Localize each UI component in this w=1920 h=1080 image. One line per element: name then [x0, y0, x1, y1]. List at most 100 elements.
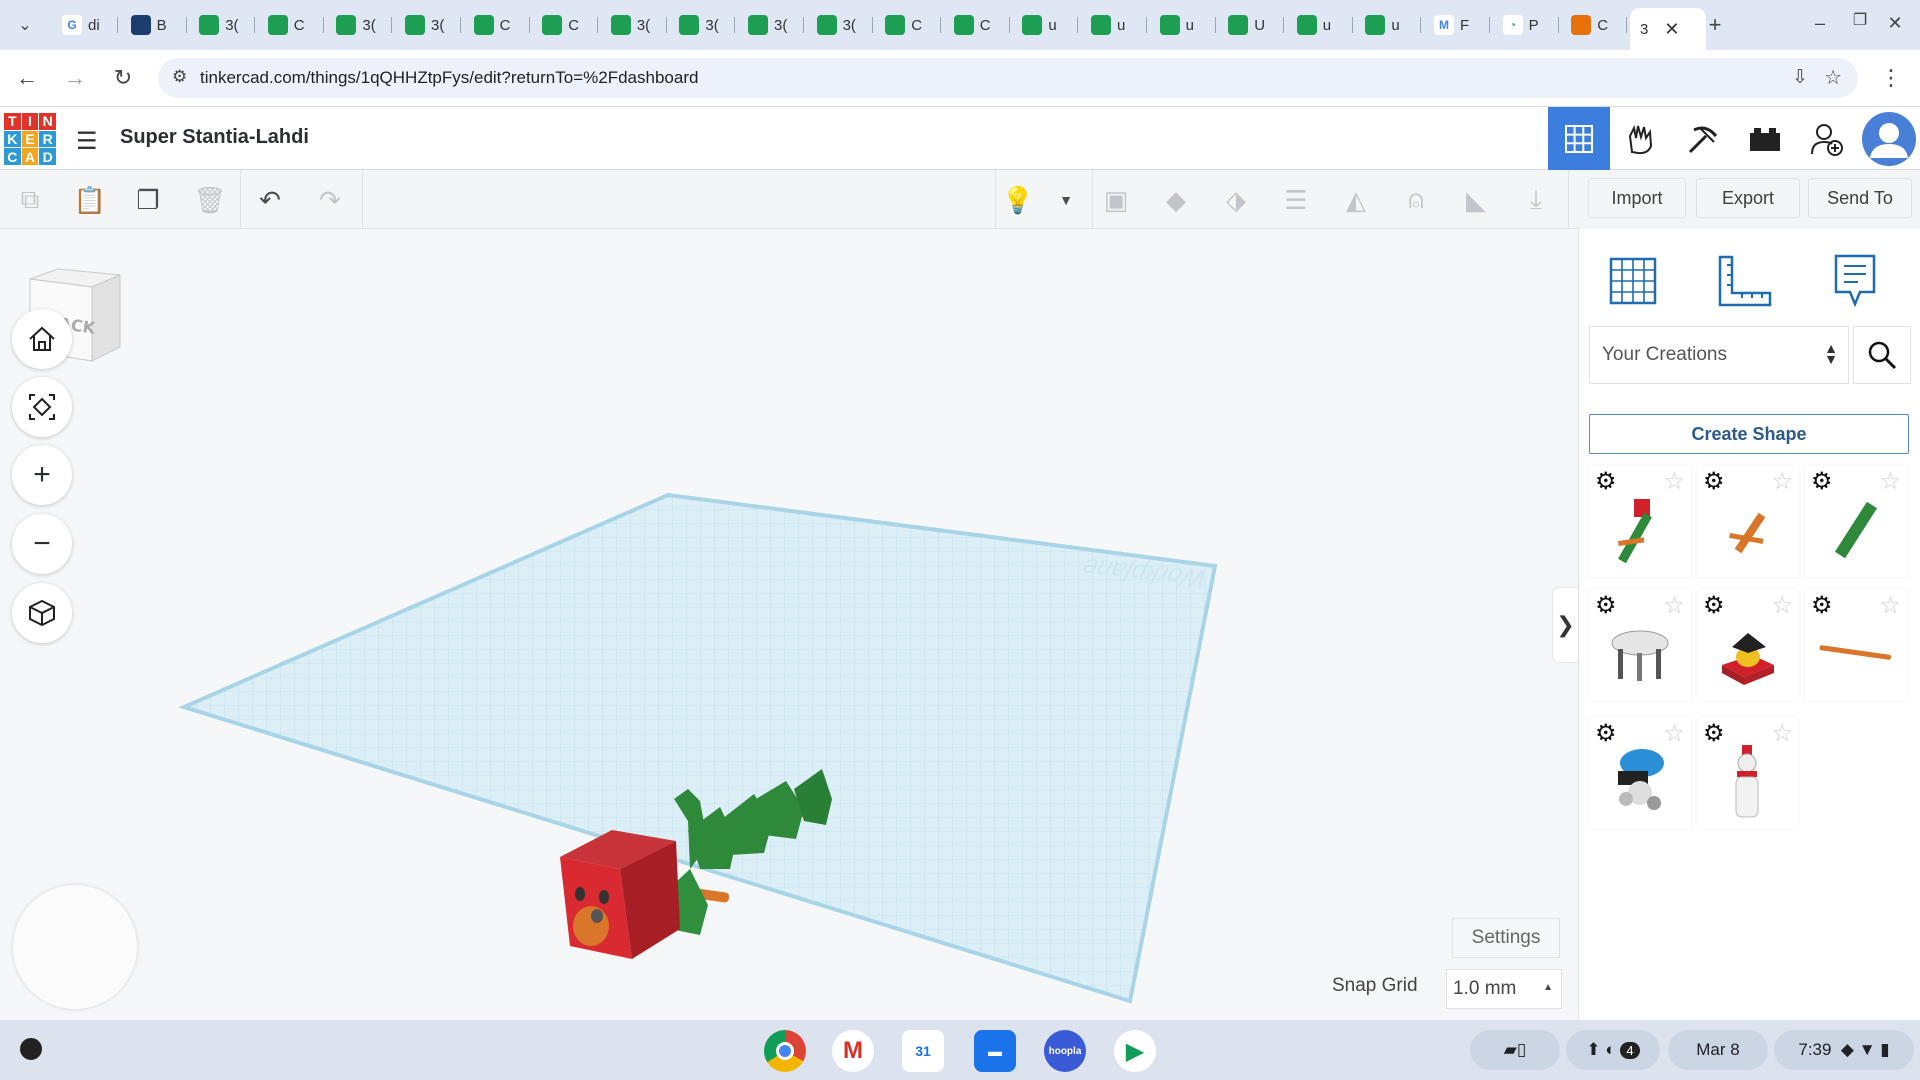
drop-to-workplane-icon[interactable]: ⤓: [1516, 180, 1556, 220]
ruler-tag-icon[interactable]: ◣: [1456, 180, 1496, 220]
shape-tile[interactable]: ⚙ ☆: [1589, 589, 1691, 701]
minimize-window-icon[interactable]: –: [1805, 8, 1835, 38]
shape-tile[interactable]: ⚙ ☆: [1805, 589, 1907, 701]
system-tray[interactable]: 7:39 ◆ ▼ ▮: [1774, 1030, 1914, 1070]
shape-tile[interactable]: ⚙ ☆: [1697, 717, 1799, 829]
browser-tab[interactable]: 3(: [807, 8, 873, 42]
shape-tile[interactable]: ⚙ ☆: [1697, 465, 1799, 577]
browser-tab[interactable]: C: [944, 8, 1010, 42]
undo-icon[interactable]: ↶: [250, 180, 290, 220]
import-button[interactable]: Import: [1588, 178, 1686, 218]
delete-icon[interactable]: 🗑: [190, 180, 230, 220]
forward-icon[interactable]: →: [60, 63, 90, 93]
send-to-button[interactable]: Send To: [1808, 178, 1912, 218]
user-avatar[interactable]: [1858, 107, 1920, 170]
align-icon[interactable]: ☰: [1276, 180, 1316, 220]
browser-tab[interactable]: 3(: [601, 8, 667, 42]
shape-search-button[interactable]: [1853, 326, 1911, 384]
browser-tab[interactable]: C: [875, 8, 942, 42]
paste-icon[interactable]: 📋: [70, 180, 110, 220]
shape-tile[interactable]: ⚙ ☆: [1589, 465, 1691, 577]
3d-canvas[interactable]: Workplane BACK + − Settings Snap Grid 1.…: [0, 229, 1578, 1020]
shape-tile[interactable]: ⚙ ☆: [1697, 589, 1799, 701]
redo-icon[interactable]: ↷: [310, 180, 350, 220]
snap-grid-select[interactable]: 1.0 mm ▲: [1446, 969, 1562, 1009]
reload-icon[interactable]: ↻: [108, 63, 138, 93]
browser-tab[interactable]: u: [1081, 8, 1147, 42]
browser-tab[interactable]: B: [121, 8, 187, 42]
notes-tool-icon[interactable]: [1819, 245, 1891, 317]
browser-tab[interactable]: u: [1150, 8, 1216, 42]
browser-tab[interactable]: C: [258, 8, 324, 42]
create-shape-button[interactable]: Create Shape: [1589, 414, 1909, 454]
hamburger-menu-icon[interactable]: ☰: [76, 127, 98, 156]
shape-tile[interactable]: ⚙ ☆: [1805, 465, 1907, 577]
bricks-icon[interactable]: [1734, 107, 1796, 170]
browser-tab[interactable]: u: [1355, 8, 1422, 42]
collapse-sidebar-handle[interactable]: ❯: [1552, 587, 1578, 663]
close-tab-icon[interactable]: ✕: [1664, 19, 1679, 40]
chrome-app-icon[interactable]: [764, 1030, 806, 1072]
home-view-button[interactable]: [12, 309, 72, 369]
site-info-icon[interactable]: ⚙: [172, 67, 187, 87]
workplane-tool-icon[interactable]: [1597, 245, 1669, 317]
zoom-out-button[interactable]: −: [12, 514, 72, 574]
browser-tab[interactable]: MF: [1424, 8, 1490, 42]
browser-tab[interactable]: 3(: [189, 8, 256, 42]
project-name[interactable]: Super Stantia-Lahdi: [120, 126, 309, 149]
blocks-icon[interactable]: [1610, 107, 1672, 170]
browser-tab[interactable]: C: [464, 8, 530, 42]
holding-space-tray[interactable]: ▰▯: [1470, 1030, 1560, 1070]
notes-lightbulb-icon[interactable]: 💡: [998, 180, 1038, 220]
install-app-icon[interactable]: ⇩: [1792, 66, 1808, 89]
browser-tab[interactable]: Gdi: [52, 8, 118, 42]
browser-tab[interactable]: u: [1287, 8, 1353, 42]
browser-tab[interactable]: u: [1012, 8, 1079, 42]
browser-tab[interactable]: 3(: [326, 8, 393, 42]
duplicate-icon[interactable]: ❐: [128, 180, 168, 220]
shape-tile[interactable]: ⚙ ☆: [1589, 717, 1691, 829]
perspective-toggle-button[interactable]: [12, 583, 72, 643]
launcher-button[interactable]: [20, 1038, 42, 1060]
date-tray[interactable]: Mar 8: [1668, 1030, 1768, 1070]
browser-tab[interactable]: ◔ P: [1493, 8, 1559, 42]
browser-tab[interactable]: 3(: [738, 8, 804, 42]
lightbulb-dropdown-icon[interactable]: ▼: [1046, 180, 1086, 220]
fit-view-button[interactable]: [12, 377, 72, 437]
restore-window-icon[interactable]: ❐: [1845, 5, 1875, 35]
group-shapes-icon[interactable]: ◆: [1156, 180, 1196, 220]
browser-tab[interactable]: C: [1561, 8, 1628, 42]
shape-library-select[interactable]: Your Creations ▲ ▼: [1589, 326, 1849, 384]
status-icons-tray[interactable]: ⬆ ◐ 4: [1566, 1030, 1660, 1070]
mirror-icon[interactable]: ◭: [1336, 180, 1376, 220]
settings-button[interactable]: Settings: [1452, 918, 1560, 958]
add-user-icon[interactable]: [1796, 107, 1858, 170]
browser-tab[interactable]: 3(: [669, 8, 736, 42]
play-store-app-icon[interactable]: ▶: [1114, 1030, 1156, 1072]
bookmark-star-icon[interactable]: ☆: [1824, 65, 1842, 90]
hoopla-app-icon[interactable]: hoopla: [1044, 1030, 1086, 1072]
ungroup-shapes-icon[interactable]: ⬗: [1216, 180, 1256, 220]
copy-icon[interactable]: ⧉: [10, 180, 50, 220]
browser-menu-icon[interactable]: ⋮: [1876, 63, 1906, 93]
back-icon[interactable]: ←: [12, 63, 42, 93]
zoom-in-button[interactable]: +: [12, 445, 72, 505]
browser-tab[interactable]: U: [1218, 8, 1285, 42]
files-app-icon[interactable]: ▬: [974, 1030, 1016, 1072]
tab-search-icon[interactable]: ⌄: [10, 10, 40, 40]
browser-tab-active[interactable]: 3 ✕: [1630, 8, 1706, 50]
browser-tab[interactable]: C: [532, 8, 599, 42]
3d-design-view-icon[interactable]: [1548, 107, 1610, 170]
close-window-icon[interactable]: ✕: [1880, 8, 1910, 38]
export-button[interactable]: Export: [1696, 178, 1800, 218]
browser-tab[interactable]: 3(: [395, 8, 461, 42]
new-tab-button[interactable]: +: [1700, 10, 1730, 40]
orbit-joystick[interactable]: [13, 885, 137, 1009]
tinkercad-logo[interactable]: TIN KER CAD: [4, 113, 56, 165]
calendar-app-icon[interactable]: 31: [902, 1030, 944, 1072]
cruise-icon[interactable]: ⍝: [1396, 180, 1436, 220]
workplane-scene[interactable]: Workplane: [0, 229, 1578, 1020]
ruler-tool-icon[interactable]: [1709, 245, 1781, 317]
camera-fit-icon[interactable]: ▣: [1096, 180, 1136, 220]
url-field[interactable]: ⚙ tinkercad.com/things/1qQHHZtpFys/edit?…: [158, 58, 1858, 98]
